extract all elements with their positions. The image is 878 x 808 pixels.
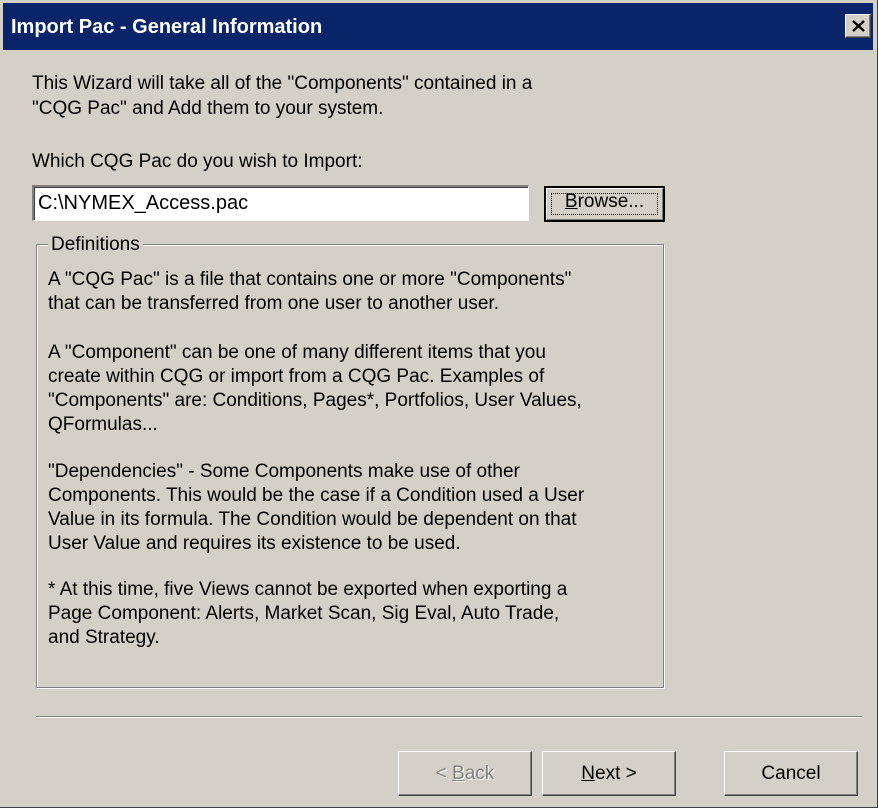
definition-line: A "CQG Pac" is a file that contains one … [48,269,572,290]
definition-line: QFormulas... [48,414,158,435]
definition-line: * At this time, five Views cannot be exp… [48,579,568,600]
definition-line: and Strategy. [48,627,160,648]
next-button-label: Next > [581,763,637,784]
definition-line: "Components" are: Conditions, Pages*, Po… [48,390,582,411]
definition-paragraph: * At this time, five Views cannot be exp… [48,578,567,650]
back-button[interactable]: < Back [398,751,532,796]
intro-line-2: "CQG Pac" and Add them to your system. [32,98,384,119]
definition-line: Value in its formula. The Condition woul… [48,509,577,530]
next-button[interactable]: Next > [542,751,676,796]
definition-paragraph: "Dependencies" - Some Components make us… [48,460,584,556]
cancel-button[interactable]: Cancel [724,751,858,796]
browse-button[interactable]: Browse... [544,186,665,222]
window-title: Import Pac - General Information [11,16,323,38]
close-button[interactable] [845,14,871,38]
pac-path-input[interactable]: C:\NYMEX_Access.pac [32,185,529,221]
definition-line: Components. This would be the case if a … [48,485,585,506]
title-bar[interactable]: Import Pac - General Information [3,3,873,50]
definition-paragraph: A "CQG Pac" is a file that contains one … [48,268,571,316]
cancel-button-label: Cancel [761,763,821,784]
definition-line: create within CQG or import from a CQG P… [48,366,545,387]
footer-separator [36,716,862,718]
definition-line: Page Component: Alerts, Market Scan, Sig… [48,603,560,624]
import-prompt-label: Which CQG Pac do you wish to Import: [32,151,363,172]
definition-line: A "Component" can be one of many differe… [48,342,546,363]
definition-paragraph: A "Component" can be one of many differe… [48,341,582,437]
definition-line: User Value and requires its existence to… [48,533,461,554]
definition-line: "Dependencies" - Some Components make us… [48,461,520,482]
definition-line: that can be transferred from one user to… [48,293,499,314]
back-button-label: < Back [435,763,495,784]
close-icon [852,20,865,32]
browse-button-label: Browse... [564,191,645,212]
import-pac-dialog: Import Pac - General Information This Wi… [0,0,878,808]
definitions-label: Definitions [48,234,143,256]
intro-line-1: This Wizard will take all of the "Compon… [32,73,533,94]
